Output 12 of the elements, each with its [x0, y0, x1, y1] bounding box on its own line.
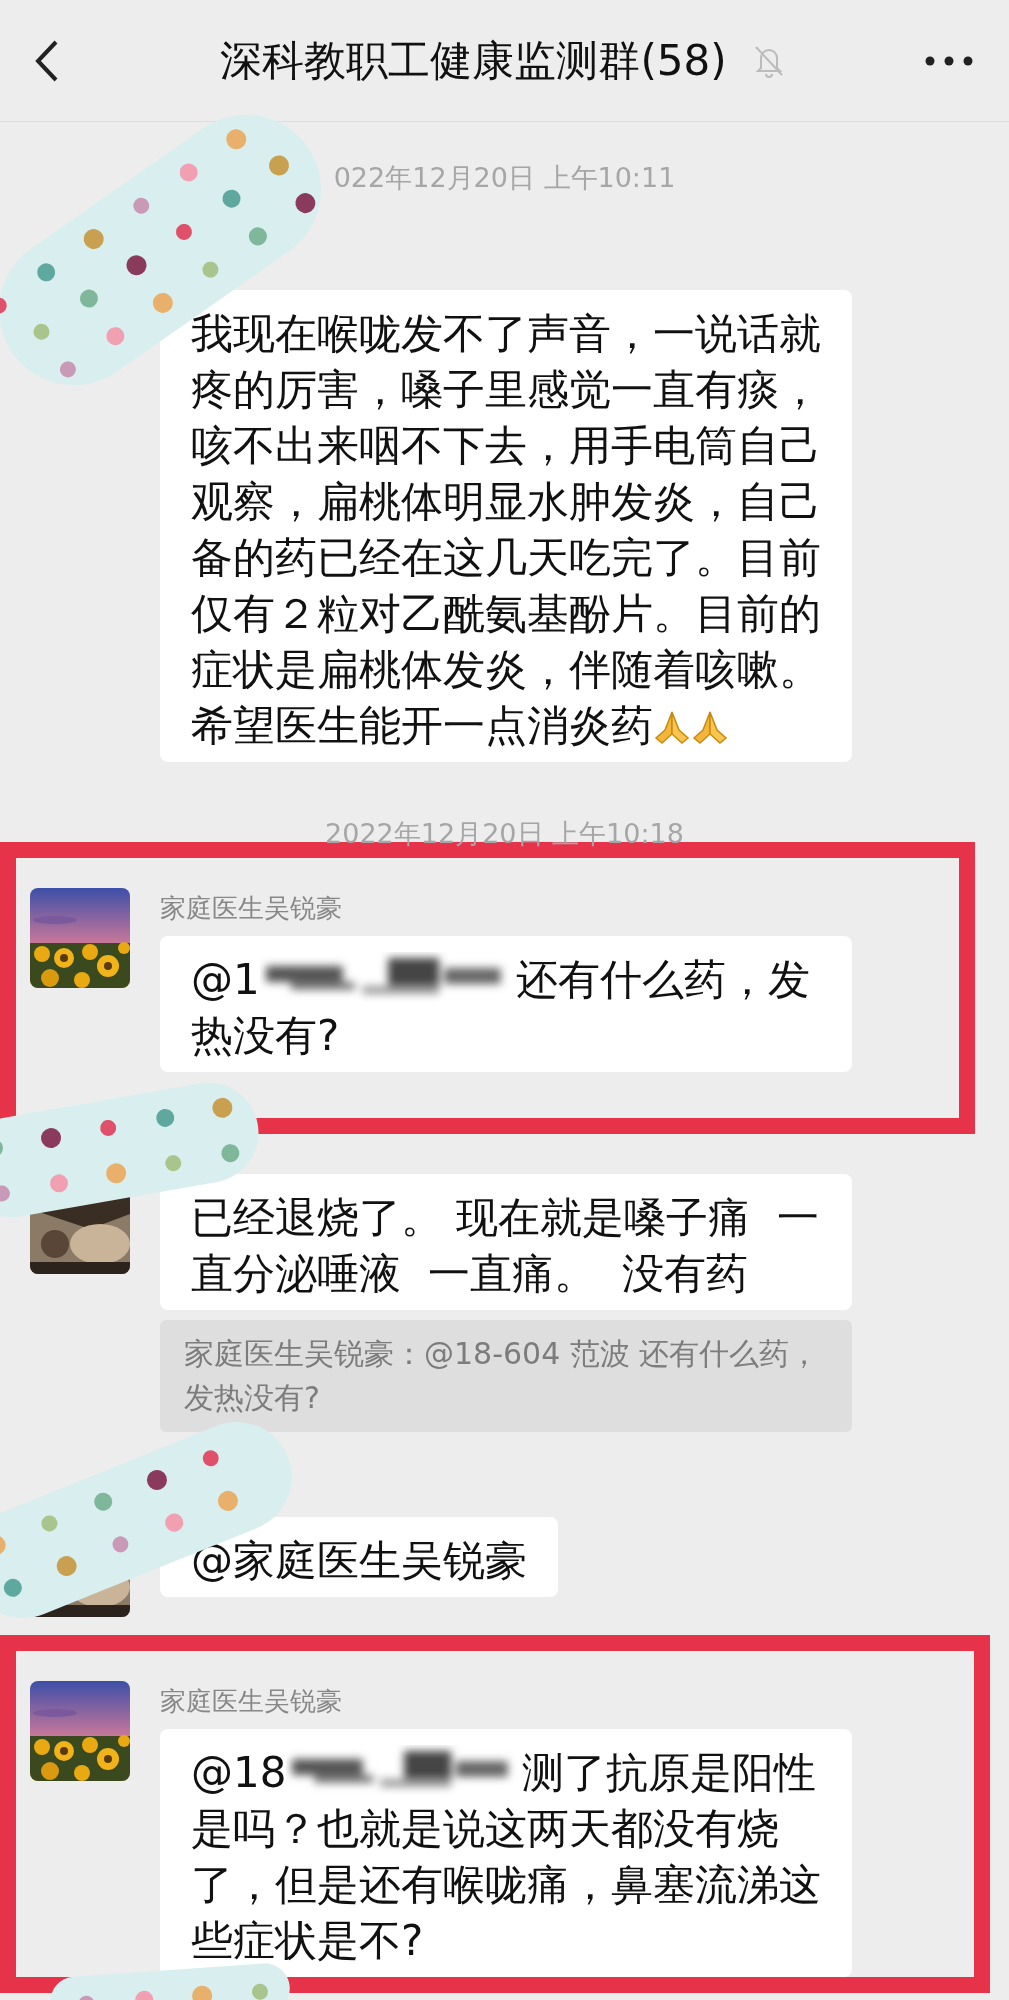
back-icon[interactable] [34, 38, 60, 83]
message-bubble: @1 还有什么药，发热没有? [160, 936, 852, 1072]
quoted-message: 家庭医生吴锐豪：@18-604 范波 还有什么药，发热没有? [160, 1320, 852, 1432]
sender-name: 家庭医生吴锐豪 [160, 892, 342, 924]
timestamp: 022年12月20日 上午10:11 [333, 162, 676, 194]
timestamp: 2022年12月20日 上午10:18 [325, 818, 684, 850]
sender-name: 家庭医生吴锐豪 [160, 1685, 342, 1717]
message-bubble: 我现在喉咙发不了声音，一说话就疼的厉害，嗓子里感觉一直有痰，咳不出来咽不下去，用手电筒自己观察，扁桃体明显水肿发炎，自己备的药已经在这几天吃完了。目前仅有２粒对乙酰氨基酚片。目前的症状是扁桃体发炎，伴随着咳嗽。希望医生能开一点消炎药 [160, 290, 852, 762]
chat-title: 深科教职工健康监测群(58) [220, 34, 727, 87]
more-icon[interactable] [925, 55, 973, 66]
message-bubble: @18 测了抗原是阳性是吗？也就是说这两天都没有烧了，但是还有喉咙痛，鼻塞流涕这些症状是不? [160, 1729, 852, 1977]
message-bubble: 已经退烧了。 现在就是嗓子痛 一直分泌唾液 一直痛。 没有药 [160, 1174, 852, 1310]
